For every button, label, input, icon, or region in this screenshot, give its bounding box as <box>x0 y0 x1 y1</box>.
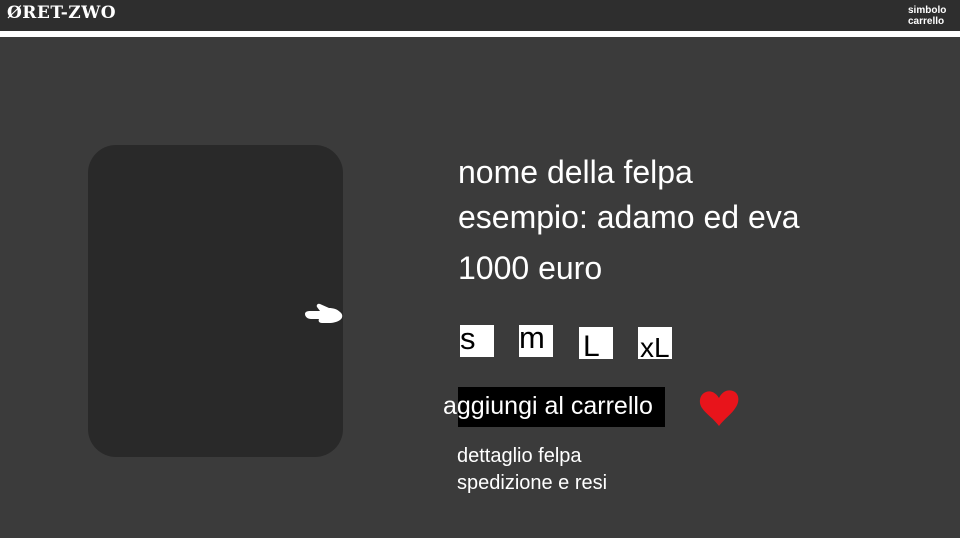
product-name: nome della felpa <box>458 154 693 190</box>
product-price: 1000 euro <box>458 250 603 286</box>
header-divider <box>0 31 960 37</box>
size-label: xL <box>640 332 670 363</box>
top-bar: ØRET-ZWO simbolo carrello <box>0 0 960 31</box>
brand-logo[interactable]: ØRET-ZWO <box>7 3 116 23</box>
heart-icon[interactable] <box>697 388 741 428</box>
size-label: m <box>519 320 545 355</box>
cart-button[interactable]: simbolo carrello <box>908 5 946 27</box>
size-m-button[interactable]: m <box>519 320 553 357</box>
pointing-hand-icon[interactable] <box>303 298 345 328</box>
add-to-cart-label[interactable]: aggiungi al carrello <box>443 392 653 420</box>
size-label: s <box>460 321 476 356</box>
size-l-button[interactable]: L <box>579 327 613 363</box>
size-label: L <box>583 330 600 363</box>
shipping-returns-link[interactable]: spedizione e resi <box>457 471 607 495</box>
product-example: esempio: adamo ed eva <box>458 199 800 235</box>
product-detail-link[interactable]: dettaglio felpa <box>457 444 582 468</box>
size-xl-button[interactable]: xL <box>638 327 672 363</box>
size-s-button[interactable]: s <box>460 321 494 357</box>
